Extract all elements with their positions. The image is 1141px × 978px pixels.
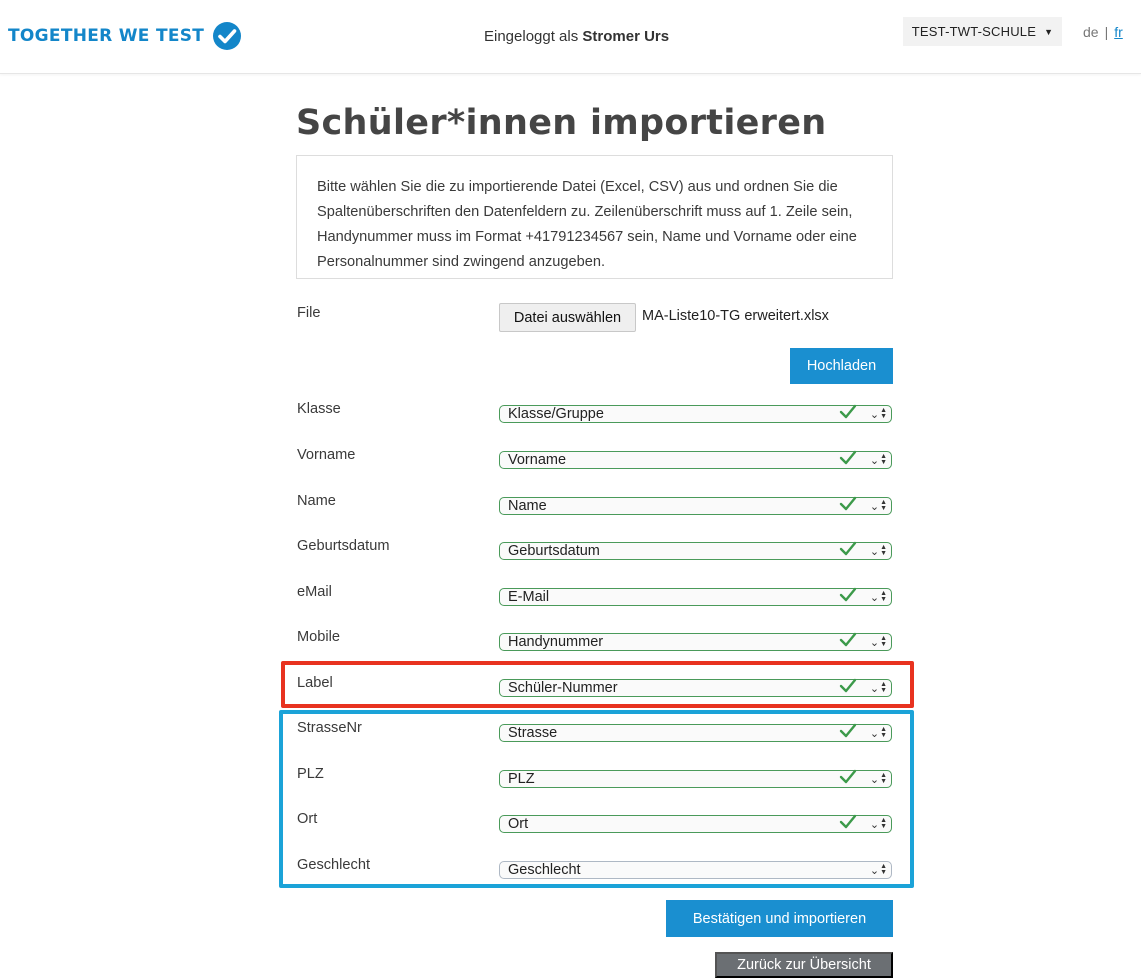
field-label-vorname: Vorname [297,447,356,463]
red-highlight-annotation [281,661,914,708]
file-label: File [297,305,321,321]
logged-in-prefix: Eingeloggt als [484,28,579,45]
back-to-overview-button[interactable]: Zurück zur Übersicht [715,952,893,978]
lang-de[interactable]: de [1083,24,1099,40]
instructions-box: Bitte wählen Sie die zu importierende Da… [296,155,893,279]
select-value: Geburtsdatum [508,543,600,559]
select-arrows-icon: ⌄ ▲ ▼ [869,635,887,649]
school-name: TEST-TWT-SCHULE [911,24,1037,39]
school-selector-dropdown[interactable]: TEST-TWT-SCHULE ▼ [903,17,1062,46]
select-name[interactable]: Name ⌄ ▲ ▼ [499,495,892,515]
select-geburtsdatum[interactable]: Geburtsdatum ⌄ ▲ ▼ [499,540,892,560]
field-label-name: Name [297,493,336,509]
page-title: Schüler*innen importieren [296,103,827,143]
instructions-text: Bitte wählen Sie die zu importierende Da… [317,179,857,270]
select-value: Name [508,498,547,514]
select-mobile[interactable]: Handynummer ⌄ ▲ ▼ [499,631,892,651]
select-arrows-icon: ⌄ ▲ ▼ [869,590,887,604]
language-switcher: de | fr [1083,24,1123,40]
select-email[interactable]: E-Mail ⌄ ▲ ▼ [499,586,892,606]
confirm-import-button[interactable]: Bestätigen und importieren [666,900,893,937]
select-arrows-icon: ⌄ ▲ ▼ [869,453,887,467]
check-badge-icon [212,21,242,51]
field-label-email: eMail [297,584,332,600]
field-label-geburtsdatum: Geburtsdatum [297,538,390,554]
logged-in-status: Eingeloggt als Stromer Urs [484,28,669,45]
valid-check-icon [839,495,857,515]
select-value: Klasse/Gruppe [508,406,604,422]
select-arrows-icon: ⌄ ▲ ▼ [869,407,887,421]
valid-check-icon [839,403,857,423]
valid-check-icon [839,631,857,651]
select-klasse[interactable]: Klasse/Gruppe ⌄ ▲ ▼ [499,403,892,423]
valid-check-icon [839,586,857,606]
upload-button[interactable]: Hochladen [790,348,893,384]
brand-logo[interactable]: TOGETHER WE TEST [8,22,242,50]
brand-name: TOGETHER WE TEST [8,26,205,46]
blue-highlight-annotation [279,710,914,888]
select-vorname[interactable]: Vorname ⌄ ▲ ▼ [499,449,892,469]
field-label-mobile: Mobile [297,629,340,645]
select-value: E-Mail [508,589,550,605]
select-value: Handynummer [508,634,604,650]
select-arrows-icon: ⌄ ▲ ▼ [869,499,887,513]
select-arrows-icon: ⌄ ▲ ▼ [869,544,887,558]
lang-separator: | [1104,24,1109,40]
lang-fr-link[interactable]: fr [1114,24,1123,40]
choose-file-button[interactable]: Datei auswählen [499,303,636,332]
selected-file-name: MA-Liste10-TG erweitert.xlsx [642,308,829,324]
logged-in-user: Stromer Urs [582,28,670,45]
field-label-klasse: Klasse [297,401,341,417]
select-value: Vorname [508,452,567,468]
valid-check-icon [839,540,857,560]
caret-down-icon: ▼ [1044,26,1054,37]
valid-check-icon [839,449,857,469]
top-navigation-bar: TOGETHER WE TEST Eingeloggt als Stromer … [0,0,1141,74]
